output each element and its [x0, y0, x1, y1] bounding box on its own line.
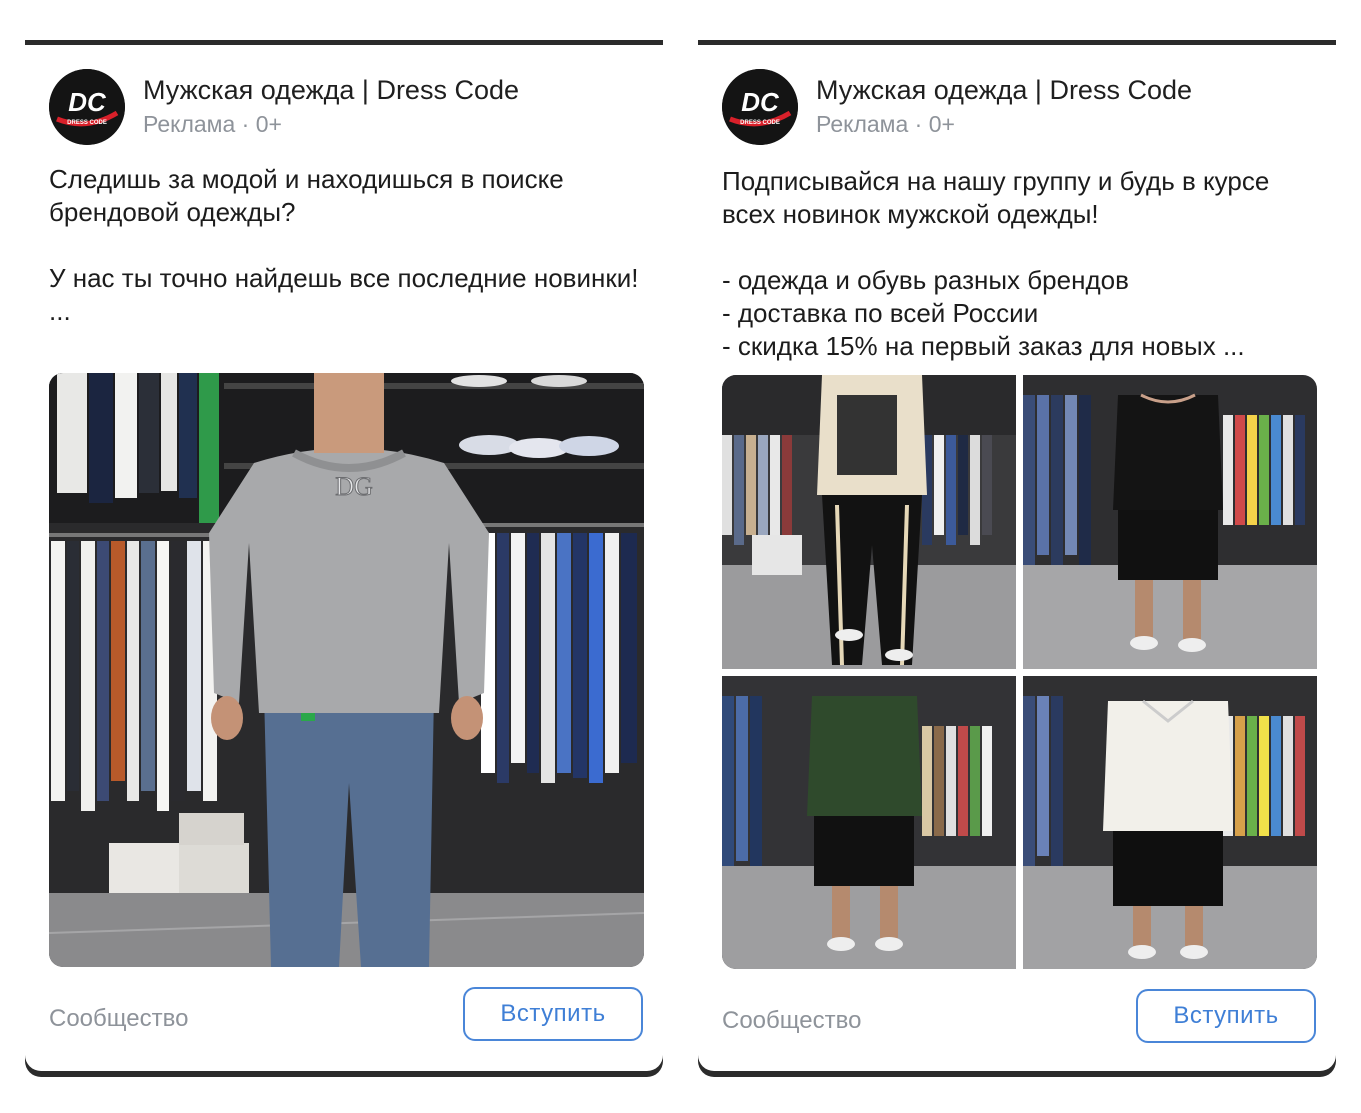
ad-meta: Реклама · 0+	[816, 111, 955, 137]
ad-image-tile[interactable]	[1023, 375, 1317, 669]
join-button[interactable]: Вступить	[1136, 989, 1316, 1043]
community-name[interactable]: Мужская одежда | Dress Code	[816, 74, 1192, 106]
ad-header: DC DRESS CODE Мужская одежда | Dress Cod…	[722, 69, 1192, 145]
ad-text: Подписывайся на нашу группу и будь в кур…	[722, 166, 1270, 361]
community-avatar[interactable]: DC DRESS CODE	[49, 69, 125, 145]
svg-text:DC: DC	[741, 87, 780, 117]
ad-meta: Реклама · 0+	[143, 111, 282, 137]
community-avatar[interactable]: DC DRESS CODE	[722, 69, 798, 145]
ad-image-tile[interactable]	[1023, 675, 1317, 969]
ad-card-2: DC DRESS CODE Мужская одежда | Dress Cod…	[698, 40, 1336, 1071]
ad-comparison: DC DRESS CODE Мужская одежда | Dress Cod…	[0, 0, 1361, 1113]
svg-text:DRESS CODE: DRESS CODE	[740, 120, 780, 126]
ad-image-tile[interactable]	[722, 375, 1016, 669]
svg-text:DC: DC	[68, 87, 107, 117]
community-name[interactable]: Мужская одежда | Dress Code	[143, 74, 519, 106]
join-button[interactable]: Вступить	[463, 987, 643, 1041]
ad-text: Следишь за модой и находишься в поиске б…	[49, 164, 639, 326]
ad-image-grid[interactable]	[722, 375, 1317, 969]
footer-label: Сообщество	[49, 1005, 189, 1032]
ad-card-1: DC DRESS CODE Мужская одежда | Dress Cod…	[25, 40, 663, 1071]
ad-header: DC DRESS CODE Мужская одежда | Dress Cod…	[49, 69, 519, 145]
svg-text:DRESS CODE: DRESS CODE	[67, 120, 107, 126]
ad-image[interactable]: DG	[49, 373, 644, 967]
ad-image-tile[interactable]	[722, 675, 1016, 969]
footer-label: Сообщество	[722, 1007, 862, 1034]
svg-text:DG: DG	[335, 472, 373, 501]
